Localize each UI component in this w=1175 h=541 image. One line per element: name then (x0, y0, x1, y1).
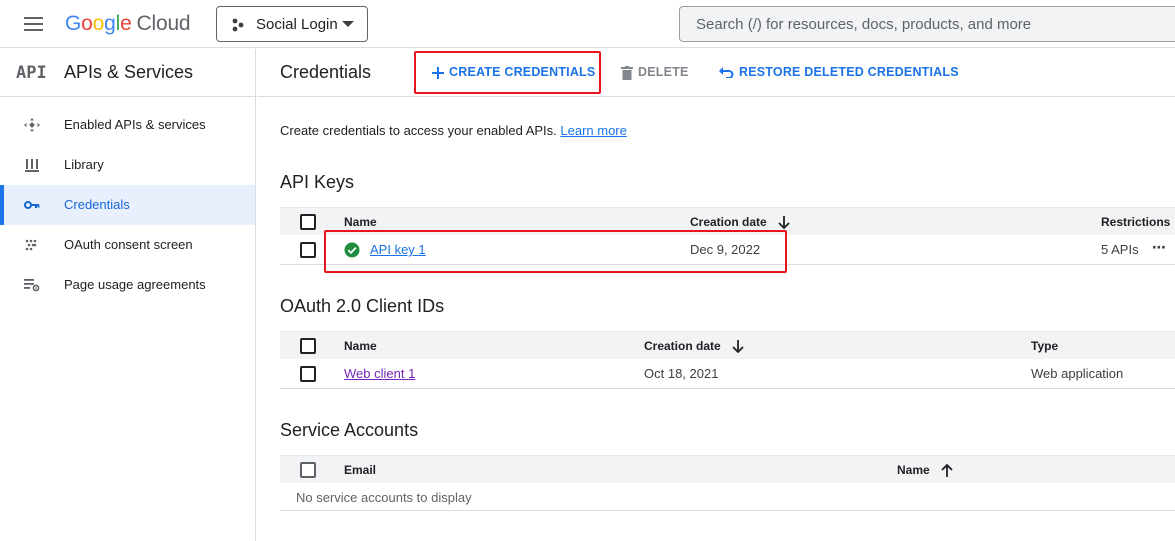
project-selector[interactable]: Social Login (216, 6, 368, 42)
action-bar: Credentials CREATE CREDENTIALS DELETE RE… (257, 49, 1175, 97)
learn-more-link[interactable]: Learn more (560, 123, 626, 138)
page-title: Credentials (280, 62, 372, 82)
more-actions-icon[interactable]: ⋯ (1152, 239, 1167, 256)
plus-icon (432, 66, 444, 79)
main-content: Credentials CREATE CREDENTIALS DELETE RE… (257, 49, 1175, 541)
empty-state: No service accounts to display (280, 483, 1175, 511)
sidebar-item-label: Page usage agreements (64, 277, 206, 292)
project-dots-icon (232, 18, 244, 32)
col-name-label: Name (897, 463, 930, 477)
sidebar-item-library[interactable]: Library (0, 145, 255, 185)
sidebar-item-label: OAuth consent screen (64, 237, 193, 252)
google-cloud-logo[interactable]: Google Cloud (65, 11, 191, 37)
project-name: Social Login (256, 16, 338, 33)
trash-icon (621, 65, 633, 80)
api-key-link[interactable]: API key 1 (370, 242, 426, 257)
sidebar-item-enabled-apis[interactable]: Enabled APIs & services (0, 105, 255, 145)
col-creation-date[interactable]: Creation date (644, 339, 744, 353)
row-checkbox[interactable] (300, 366, 316, 382)
oauth-client-link[interactable]: Web client 1 (344, 366, 415, 381)
top-bar: Google Cloud Social Login Search (/) for … (0, 0, 1175, 48)
table-header: Name Creation date Restrictions (280, 207, 1175, 235)
creation-date: Dec 9, 2022 (690, 242, 761, 257)
service-accounts-table: Email Name No service accounts to displa… (280, 455, 1175, 511)
table-header: Email Name (280, 455, 1175, 483)
select-all-checkbox[interactable] (300, 338, 316, 354)
intro-text-body: Create credentials to access your enable… (280, 123, 557, 138)
row-checkbox[interactable] (300, 242, 316, 258)
check-circle-icon (344, 242, 360, 258)
api-keys-table: Name Creation date Restrictions API key … (280, 207, 1175, 265)
col-name[interactable]: Name (344, 215, 377, 229)
restore-label: RESTORE DELETED CREDENTIALS (739, 65, 959, 79)
api-hub-icon (24, 118, 40, 132)
settings-list-icon (24, 279, 40, 292)
select-all-checkbox[interactable] (300, 462, 316, 478)
logo-cloud: Cloud (136, 12, 191, 35)
table-row[interactable]: API key 1 Dec 9, 2022 5 APIs ⋯ (280, 235, 1175, 265)
service-accounts-title: Service Accounts (280, 420, 419, 440)
sidebar-item-page-usage[interactable]: Page usage agreements (0, 265, 255, 305)
table-header: Name Creation date Type (280, 331, 1175, 359)
arrow-down-icon (732, 340, 744, 353)
col-name[interactable]: Name (897, 463, 953, 477)
create-credentials-label: CREATE CREDENTIALS (449, 65, 596, 79)
col-name[interactable]: Name (344, 339, 377, 353)
sidebar: API APIs & Services Enabled APIs & servi… (0, 49, 256, 541)
key-icon (24, 201, 40, 209)
select-all-checkbox[interactable] (300, 214, 316, 230)
oauth-icon (25, 239, 37, 251)
search-input[interactable]: Search (/) for resources, docs, products… (679, 6, 1175, 42)
sidebar-item-label: Enabled APIs & services (64, 117, 206, 132)
col-creation-date-label: Creation date (690, 215, 767, 229)
sidebar-item-label: Library (64, 157, 104, 172)
sidebar-item-oauth-consent[interactable]: OAuth consent screen (0, 225, 255, 265)
intro-text: Create credentials to access your enable… (280, 123, 627, 138)
col-creation-date-label: Creation date (644, 339, 721, 353)
col-restrictions[interactable]: Restrictions (1101, 215, 1170, 229)
oauth-table: Name Creation date Type Web client 1 Oct… (280, 331, 1175, 389)
library-icon (25, 159, 39, 172)
api-logo-icon: API (16, 63, 47, 83)
api-keys-title: API Keys (280, 172, 355, 192)
undo-icon (719, 67, 734, 79)
restrictions: 5 APIs (1101, 242, 1139, 257)
sidebar-item-credentials[interactable]: Credentials (0, 185, 255, 225)
create-credentials-button[interactable]: CREATE CREDENTIALS (432, 65, 595, 79)
col-type[interactable]: Type (1031, 339, 1058, 353)
sidebar-title[interactable]: APIs & Services (64, 62, 193, 83)
sidebar-item-label: Credentials (64, 197, 130, 212)
menu-icon[interactable] (24, 17, 43, 31)
oauth-title: OAuth 2.0 Client IDs (280, 296, 445, 316)
delete-label: DELETE (638, 65, 689, 79)
creation-date: Oct 18, 2021 (644, 366, 719, 381)
client-type: Web application (1031, 366, 1124, 381)
empty-message: No service accounts to display (296, 490, 472, 505)
chevron-down-icon (342, 21, 354, 27)
search-placeholder: Search (/) for resources, docs, products… (696, 16, 1032, 33)
col-email[interactable]: Email (344, 463, 376, 477)
delete-button[interactable]: DELETE (621, 65, 689, 80)
restore-deleted-credentials-button[interactable]: RESTORE DELETED CREDENTIALS (719, 65, 959, 79)
arrow-down-icon (778, 216, 790, 229)
sidebar-header: API APIs & Services (0, 49, 255, 97)
logo-google: Google (65, 12, 132, 35)
col-creation-date[interactable]: Creation date (690, 215, 790, 229)
table-row[interactable]: Web client 1 Oct 18, 2021 Web applicatio… (280, 359, 1175, 389)
arrow-up-icon (941, 464, 953, 477)
